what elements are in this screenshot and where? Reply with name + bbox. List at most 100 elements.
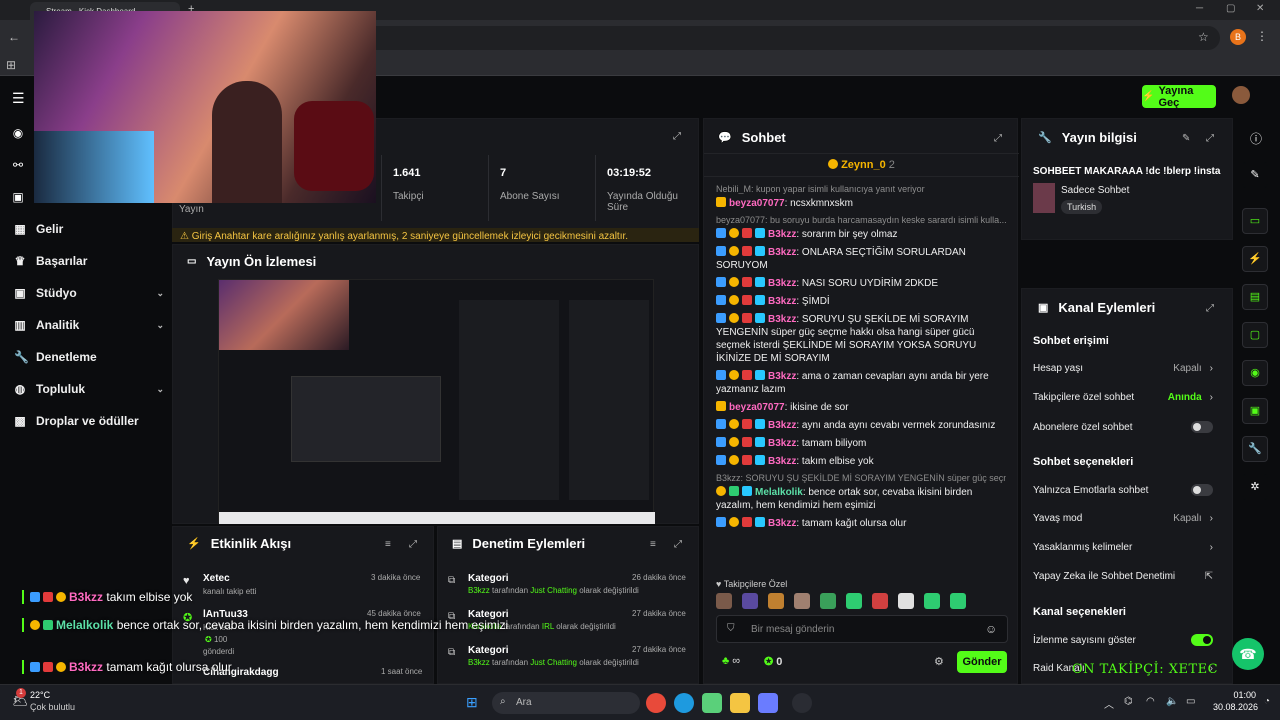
chat-username[interactable]: B3kzz [768,247,796,258]
network-icon[interactable]: ⌬ [1124,696,1133,707]
chat-message[interactable]: beyza07077: ncsxkmnxskm [716,197,1008,210]
expand-icon[interactable]: ⤢ [994,133,1002,144]
minimize-icon[interactable]: ─ [1196,3,1203,14]
chat-input[interactable]: ⛉ Bir mesaj gönderin ☺ [716,615,1008,643]
chat-message[interactable]: B3kzz: NASI SORU UYDİRİM 2DKDE [716,277,1008,290]
chat-message[interactable]: B3kzz: SORUYU ŞU ŞEKİLDE Mİ SORAYIM YENG… [716,313,1008,365]
chat-username[interactable]: B3kzz [768,456,796,467]
edit-icon[interactable]: ✎ [1182,133,1190,144]
sidebar-item-4[interactable]: 🔧 Denetleme [14,350,164,364]
chat-message[interactable]: B3kzz: aynı anda aynı cevabı vermek zoru… [716,419,1008,432]
volume-icon[interactable]: 🔈 [1166,696,1178,707]
filter-icon[interactable]: ≡ [385,539,391,550]
emote-icon[interactable] [768,593,784,609]
toggle-switch[interactable] [1191,421,1213,433]
chat-bubble-icon[interactable]: ▢ [1242,322,1268,348]
sidebar-item-2[interactable]: ▣ Stüdyo ⌄ [14,286,164,300]
category-name[interactable]: Sadece Sohbet [1061,185,1129,196]
edge-icon[interactable] [674,693,694,713]
chat-username[interactable]: B3kzz [768,518,796,529]
battery-icon[interactable]: ▭ [1186,696,1195,707]
expand-icon[interactable]: ⤢ [1206,133,1214,144]
chat-username[interactable]: B3kzz [768,278,796,289]
chat-message[interactable]: B3kzz: ŞİMDİ [716,295,1008,308]
chat-username[interactable]: B3kzz [768,296,796,307]
screen-icon[interactable]: ▭ [1242,208,1268,234]
copilot-icon[interactable] [702,693,722,713]
clock-time[interactable]: 01:00 [1220,690,1256,700]
emote-icon[interactable] [846,593,862,609]
emote-icon[interactable] [924,593,940,609]
toggle-switch[interactable] [1191,484,1213,496]
emote-icon[interactable] [820,593,836,609]
chat-username[interactable]: B3kzz [768,371,796,382]
chat-message[interactable]: B3kzz: ONLARA SEÇTİĞİM SORULARDAN SORUYO… [716,246,1008,272]
go-live-button[interactable]: ⚡ Yayına Geç [1142,85,1216,109]
setting-row[interactable]: Yavaş mod Kapalı › [1033,513,1213,524]
back-icon[interactable]: ← [8,30,20,44]
setting-row[interactable]: Abonelere özel sohbet [1033,421,1213,433]
info-icon[interactable]: ⓘ [1250,130,1262,147]
emoji-icon[interactable]: ☺ [985,622,997,636]
document-icon[interactable]: ▤ [1242,284,1268,310]
user-avatar[interactable] [1232,86,1250,104]
pinned-leaderboard[interactable]: Zeynn_0 2 [704,153,1019,177]
chat-username[interactable]: B3kzz [768,314,796,325]
wifi-icon[interactable]: ◠ [1146,696,1155,707]
wrench-icon[interactable]: 🔧 [1242,436,1268,462]
setting-row[interactable]: Takipçilere özel sohbet Anında › [1033,392,1213,403]
browser-menu-icon[interactable]: ⋮ [1256,29,1268,43]
setting-row[interactable]: Yapay Zeka ile Sohbet Denetimi ⇱ [1033,571,1213,582]
window-icon[interactable]: ▣ [10,190,26,204]
link-icon[interactable]: ⚯ [10,158,26,172]
chat-message[interactable]: B3kzz: tamam biliyom [716,437,1008,450]
sidebar-item-3[interactable]: ▥ Analitik ⌄ [14,318,164,332]
chat-message[interactable]: B3kzz: ama o zaman cevapları aynı anda b… [716,370,1008,396]
tag-chip[interactable]: Turkish [1061,200,1103,214]
chat-message[interactable]: Melalkolik: bence ortak sor, cevaba ikis… [716,486,1008,512]
file-explorer-icon[interactable] [730,693,750,713]
sidebar-item-1[interactable]: ♛ Başarılar [14,254,164,268]
sidebar-item-0[interactable]: ▦ Gelir [14,222,164,236]
chat-message[interactable]: B3kzz: sorarım bir şey olmaz [716,228,1008,241]
sidebar-item-6[interactable]: ▩ Droplar ve ödüller [14,414,164,428]
emote-icon[interactable] [898,593,914,609]
emote-icon[interactable] [742,593,758,609]
notification-bell-icon[interactable]: ◔ [1264,696,1270,707]
setting-row[interactable]: Yalnızca Emotlarla sohbet [1033,484,1213,496]
toggle-switch[interactable] [1191,634,1213,646]
chat-message[interactable]: beyza07077: ikisine de sor [716,401,1008,414]
chrome-icon[interactable] [646,693,666,713]
chat-username[interactable]: B3kzz [768,229,796,240]
bookmark-star-icon[interactable]: ☆ [1198,30,1209,44]
expand-icon[interactable]: ⤢ [409,539,417,550]
windows-start-icon[interactable]: ⊞ [466,694,478,711]
dashboard-icon[interactable]: ◉ [10,126,26,140]
settings-icon[interactable]: ✲ [1242,474,1268,500]
profile-avatar[interactable]: B [1230,29,1246,45]
emote-icon[interactable] [950,593,966,609]
tray-chevron-icon[interactable]: ︿ [1104,696,1114,711]
chat-username[interactable]: beyza07077 [729,198,785,209]
save-icon[interactable]: ▣ [1242,398,1268,424]
obs-icon[interactable] [792,693,812,713]
taskbar-search[interactable]: ⌕ Ara [492,692,640,714]
preview-video[interactable] [218,279,655,524]
clock-date[interactable]: 30.08.2026 [1212,702,1258,712]
edit-icon[interactable]: ✎ [1242,162,1268,188]
setting-row[interactable]: İzlenme sayısını göster [1033,634,1213,646]
hamburger-menu-icon[interactable]: ☰ [12,90,25,107]
emote-icon[interactable] [872,593,888,609]
chat-messages[interactable]: Nebili_M: kupon yapar isimli kullanıcıya… [716,181,1008,573]
expand-icon[interactable]: ⤢ [674,539,682,550]
chat-username[interactable]: B3kzz [768,420,796,431]
store-icon[interactable] [758,693,778,713]
close-icon[interactable]: ✕ [1256,3,1264,14]
emote-icon[interactable] [716,593,732,609]
apps-grid-icon[interactable]: ⊞ [6,58,16,72]
chat-username[interactable]: beyza07077 [729,402,785,413]
send-button[interactable]: Gönder [957,651,1007,673]
gear-icon[interactable]: ⚙ [934,655,944,668]
maximize-icon[interactable]: ▢ [1226,3,1235,14]
chat-message[interactable]: B3kzz: takım elbise yok [716,455,1008,468]
